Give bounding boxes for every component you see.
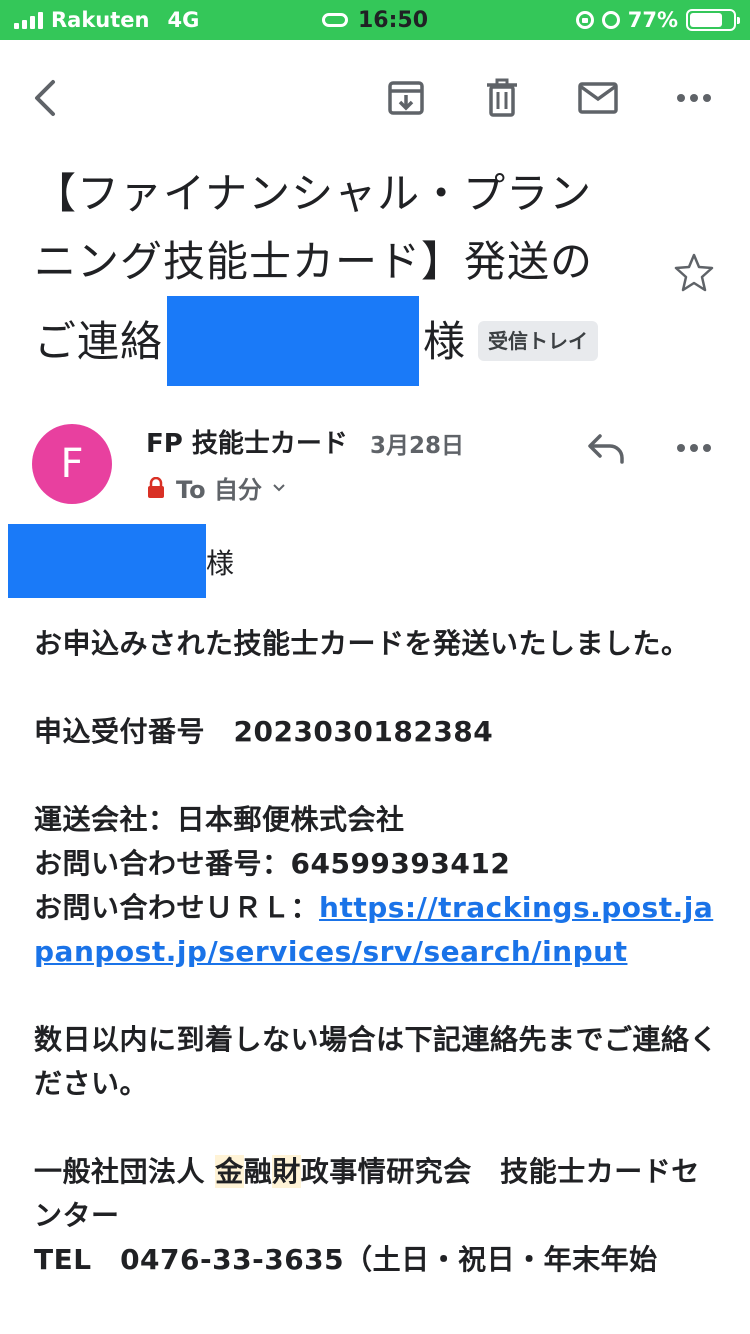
- more-icon: [677, 444, 711, 452]
- email-body: お申込みされた技能士カードを発送いたしました。 申込受付番号 202303018…: [34, 622, 724, 1282]
- salutation-suffix: 様: [206, 547, 235, 580]
- battery-fill: [690, 13, 723, 27]
- important-lock-icon: [148, 476, 164, 498]
- recipient-details[interactable]: To 自分: [146, 470, 286, 505]
- carrier-label: Rakuten: [51, 8, 150, 32]
- email-date: 3月28日: [370, 433, 465, 459]
- star-icon: [674, 253, 714, 292]
- network-label: 4G: [167, 8, 200, 32]
- redaction-box: [167, 296, 420, 386]
- archive-button[interactable]: [382, 74, 430, 122]
- subject-line-2: ニング技能士カード】発送の: [34, 237, 594, 286]
- archive-icon: [388, 81, 424, 115]
- organization-name: 一般社団法人 金融財政事情研究会 技能士カードセンター: [34, 1155, 700, 1232]
- inquiry-url-label: お問い合わせＵＲＬ：: [34, 891, 320, 924]
- subject-prefix: ご連絡: [34, 317, 164, 366]
- rotation-lock-icon: [575, 11, 594, 29]
- message-more-button[interactable]: [670, 424, 718, 472]
- mail-icon: [578, 82, 618, 114]
- back-icon: [35, 80, 55, 116]
- reply-icon: [588, 434, 624, 464]
- email-toolbar: [0, 60, 750, 132]
- shipping-carrier: 運送会社：日本郵便株式会社: [34, 803, 405, 836]
- redaction-box: [8, 524, 206, 598]
- status-bar: Rakuten 4G 77%: [0, 0, 750, 40]
- delete-button[interactable]: [478, 74, 526, 122]
- inbox-label-chip[interactable]: 受信トレイ: [478, 321, 599, 361]
- trash-icon: [487, 78, 517, 117]
- email-subject: 【ファイナンシャル・プラン ニング技能士カード】発送の ご連絡 様受信トレイ: [34, 160, 654, 386]
- subject-block: 【ファイナンシャル・プラン ニング技能士カード】発送の ご連絡 様受信トレイ: [34, 160, 654, 386]
- notice-text: 数日以内に到着しない場合は下記連絡先までご連絡ください。: [34, 1023, 719, 1100]
- mark-unread-button[interactable]: [574, 74, 622, 122]
- highlight-kanji: 財: [272, 1155, 301, 1188]
- battery-icon: [686, 9, 740, 31]
- subject-suffix: 様: [423, 317, 467, 366]
- inquiry-url-row: お問い合わせＵＲＬ：https://trackings.post.japanpo…: [34, 886, 724, 974]
- highlight-kanji: 金: [215, 1155, 244, 1188]
- to-label: To 自分: [176, 476, 263, 504]
- application-number: 申込受付番号 2023030182384: [34, 715, 494, 748]
- star-button[interactable]: [672, 250, 716, 294]
- status-bar-right: 77%: [575, 8, 740, 32]
- subject-line-1: 【ファイナンシャル・プラン: [34, 169, 593, 218]
- sender-avatar[interactable]: F: [32, 424, 112, 504]
- sender-name[interactable]: FP 技能士カード: [146, 423, 348, 460]
- signal-icon: [14, 11, 43, 29]
- more-icon: [677, 94, 711, 102]
- battery-percent: 77%: [627, 8, 678, 32]
- subject-line-3: ご連絡 様受信トレイ: [34, 296, 654, 386]
- reply-button[interactable]: [582, 424, 630, 472]
- more-options-button[interactable]: [670, 74, 718, 122]
- inquiry-number: お問い合わせ番号：64599393412: [34, 847, 511, 880]
- status-bar-left: Rakuten 4G: [14, 8, 199, 32]
- body-intro: お申込みされた技能士カードを発送いたしました。: [34, 627, 690, 660]
- chevron-down-icon: [273, 483, 285, 491]
- telephone: TEL 0476-33-3635（土日・祝日・年末年始: [34, 1243, 658, 1276]
- alarm-icon: [601, 11, 620, 29]
- back-button[interactable]: [22, 74, 70, 122]
